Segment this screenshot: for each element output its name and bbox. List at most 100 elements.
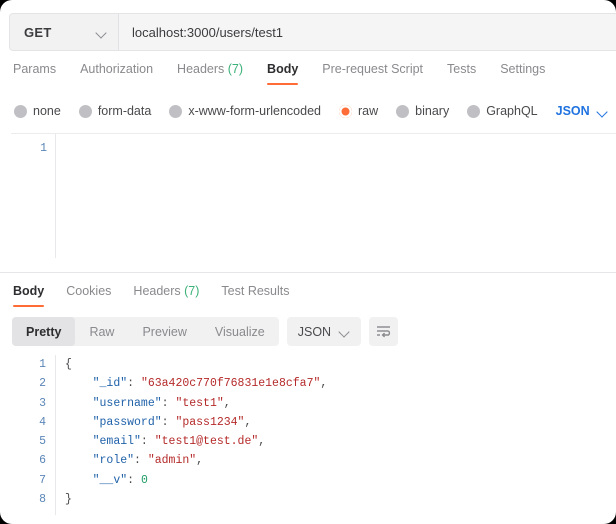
- body-type-x-www-form-urlencoded[interactable]: x-www-form-urlencoded: [169, 104, 321, 118]
- json-key: "role": [92, 454, 135, 468]
- url-bar: GET localhost:3000/users/test1: [9, 13, 616, 51]
- json-key: "_id": [92, 377, 128, 391]
- line-number: 7: [39, 473, 46, 487]
- response-tab-cookies[interactable]: Cookies: [66, 284, 111, 307]
- radio-unselected-icon[interactable]: [78, 104, 92, 118]
- panel-divider: [0, 272, 616, 273]
- tab-label: Cookies: [66, 284, 112, 298]
- tab-label: Body: [267, 62, 299, 76]
- line-number: 6: [39, 454, 46, 468]
- view-mode-raw[interactable]: Raw: [75, 317, 128, 346]
- url-input[interactable]: localhost:3000/users/test1: [119, 14, 616, 50]
- json-punctuation: :: [127, 473, 141, 487]
- response-body-viewer[interactable]: 1 2 3 4 5 6 7 8 { "_id": "63a420c770f76831e1e8c…: [11, 355, 611, 515]
- raw-format-dropdown[interactable]: JSON: [556, 104, 610, 118]
- json-line: "username": "test1",: [65, 394, 611, 413]
- json-line: {: [65, 355, 611, 374]
- response-tab-body[interactable]: Body: [13, 284, 45, 307]
- body-type-raw[interactable]: raw: [339, 104, 378, 118]
- line-number: 1: [39, 358, 46, 371]
- tab-count-badge: (7): [180, 284, 200, 298]
- response-format-dropdown[interactable]: JSON: [286, 317, 362, 346]
- json-punctuation: :: [161, 396, 176, 410]
- word-wrap-icon: [377, 326, 391, 338]
- json-string-value: "test1@test.de": [154, 435, 259, 449]
- body-type-options: none form-data x-www-form-urlencoded raw bin…: [14, 100, 604, 122]
- radio-unselected-icon[interactable]: [14, 104, 27, 118]
- json-punctuation: ,: [244, 415, 252, 429]
- json-string-value: "pass1234": [175, 415, 245, 429]
- request-tabs: Params Authorization Headers (7) Body Pre-re…: [13, 62, 545, 92]
- json-line: "email": "test1@test.de",: [65, 432, 611, 451]
- json-punctuation: {: [65, 358, 72, 371]
- json-line: }: [65, 490, 611, 509]
- http-method-dropdown[interactable]: GET: [10, 14, 119, 50]
- json-line: "role": "admin",: [65, 451, 611, 470]
- json-key: "email": [92, 435, 141, 449]
- tab-label: Test Results: [221, 284, 290, 298]
- body-type-binary[interactable]: binary: [396, 104, 449, 118]
- view-mode-visualize[interactable]: Visualize: [201, 317, 279, 346]
- request-tab-body[interactable]: Body: [267, 62, 299, 85]
- tab-label: Authorization: [80, 62, 154, 76]
- response-view-toolbar: Pretty Raw Preview Visualize JSON: [12, 317, 399, 346]
- request-tab-pre-request-script[interactable]: Pre-request Script: [322, 62, 423, 85]
- request-editor-content[interactable]: [55, 134, 616, 258]
- json-line: "__v": 0: [65, 471, 611, 490]
- json-string-value: "63a420c770f76831e1e8cfa7": [140, 377, 321, 391]
- radio-unselected-icon[interactable]: [169, 104, 183, 118]
- response-json-content[interactable]: { "_id": "63a420c770f76831e1e8cfa7", "us…: [55, 355, 611, 515]
- http-method-label: GET: [24, 24, 52, 40]
- json-line: "_id": "63a420c770f76831e1e8cfa7",: [65, 374, 611, 393]
- json-punctuation: ,: [258, 435, 266, 449]
- json-key: "__v": [92, 473, 128, 487]
- tab-label: Headers: [177, 62, 225, 76]
- radio-unselected-icon[interactable]: [467, 104, 481, 118]
- request-body-editor[interactable]: 1: [11, 133, 616, 258]
- json-punctuation: }: [65, 493, 72, 507]
- response-tab-headers[interactable]: Headers (7): [133, 284, 199, 307]
- request-tab-params[interactable]: Params: [13, 62, 56, 85]
- json-punctuation: ,: [223, 396, 231, 410]
- tab-label: Body: [13, 284, 45, 298]
- json-key: "username": [92, 396, 162, 410]
- chevron-down-icon: [96, 27, 107, 38]
- tab-label: Headers: [133, 284, 181, 298]
- json-key: "password": [92, 415, 162, 429]
- request-tab-settings[interactable]: Settings: [500, 62, 545, 85]
- view-mode-preview[interactable]: Preview: [128, 317, 200, 346]
- body-type-label: x-www-form-urlencoded: [188, 104, 321, 118]
- request-tab-headers[interactable]: Headers (7): [177, 62, 243, 85]
- tab-label: Tests: [447, 62, 477, 76]
- body-type-label: none: [33, 104, 61, 118]
- chevron-down-icon: [597, 106, 608, 117]
- body-type-graphql[interactable]: GraphQL: [467, 104, 538, 118]
- word-wrap-button[interactable]: [369, 317, 399, 346]
- tab-count-badge: (7): [224, 62, 244, 76]
- request-editor-line: [56, 140, 616, 157]
- body-type-label: binary: [415, 104, 450, 118]
- json-punctuation: ,: [196, 454, 204, 468]
- response-tabs: Body Cookies Headers (7) Test Results: [13, 284, 290, 312]
- json-string-value: "admin": [147, 454, 197, 468]
- line-number: 1: [40, 142, 47, 155]
- request-editor-gutter: 1: [11, 134, 55, 258]
- request-tab-tests[interactable]: Tests: [447, 62, 476, 85]
- json-number-value: 0: [140, 473, 148, 487]
- json-punctuation: :: [140, 435, 155, 449]
- body-type-form-data[interactable]: form-data: [78, 104, 151, 118]
- view-mode-pretty[interactable]: Pretty: [12, 317, 76, 346]
- tab-label: Settings: [500, 62, 546, 76]
- response-tab-test-results[interactable]: Test Results: [221, 284, 289, 307]
- postman-request-response-panel: GET localhost:3000/users/test1 Params Aut…: [0, 0, 616, 524]
- line-number: 3: [39, 396, 46, 410]
- body-type-none[interactable]: none: [14, 104, 61, 118]
- json-punctuation: :: [127, 377, 141, 391]
- radio-selected-icon[interactable]: [339, 104, 352, 118]
- line-number: 4: [39, 415, 46, 429]
- line-number: 2: [39, 377, 46, 391]
- json-string-value: "test1": [175, 396, 224, 410]
- radio-unselected-icon[interactable]: [396, 104, 410, 118]
- line-number: 8: [39, 493, 46, 507]
- request-tab-authorization[interactable]: Authorization: [80, 62, 153, 85]
